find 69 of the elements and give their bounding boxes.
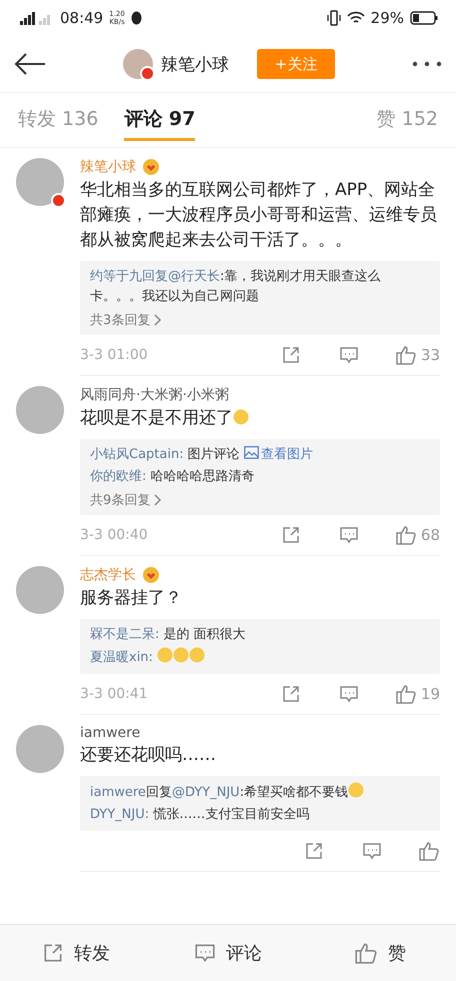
reply-text: 夏温暖xin: (90, 647, 430, 668)
more-replies-link[interactable]: 共3条回复 (90, 311, 150, 329)
chevron-right-icon (154, 314, 162, 326)
comment-text: 华北相当多的互联网公司都炸了，APP、网站全部瘫痪，一大波程序员小哥哥和运营、运维专员都从被窝爬起来去公司干活了。。。 (80, 179, 438, 252)
comment-icon[interactable] (362, 841, 382, 861)
user-avatar[interactable] (16, 566, 64, 614)
battery-percent: 29% (370, 9, 404, 27)
emoji-icon (189, 647, 206, 663)
reply-text: iamwere回复@DYY_NJU:希望买啥都不要钱 (90, 782, 430, 803)
clock-time: 08:49 (60, 9, 104, 27)
emoji-icon (173, 647, 190, 663)
thumbs-up-icon[interactable] (394, 524, 417, 546)
battery-icon (410, 11, 438, 25)
action-button[interactable]: 转发 (0, 940, 152, 966)
tab[interactable]: 评论 97 (124, 100, 196, 140)
user-avatar[interactable] (16, 725, 64, 773)
share-icon[interactable] (280, 684, 301, 704)
action-button[interactable]: 评论 (152, 940, 304, 966)
user-name: 辣笔小球 (161, 54, 229, 76)
comment-icon[interactable] (194, 942, 216, 964)
vip-badge-icon (142, 158, 160, 176)
verified-badge (140, 66, 155, 81)
comment-time: 3-3 01:00 (80, 347, 148, 363)
share-icon[interactable] (42, 942, 64, 964)
comment-time: 3-3 00:40 (80, 527, 148, 543)
share-icon[interactable] (280, 345, 301, 365)
like-count: 68 (420, 526, 440, 544)
reply-box[interactable]: iamwere回复@DYY_NJU:希望买啥都不要钱 DYY_NJU: 慌张……支付宝目前安全吗 (80, 776, 440, 831)
user-avatar[interactable] (16, 158, 64, 206)
reply-text: 约等于九回复@行天长:靠，我说刚才用天眼查这么卡。。。我还以为自己网问题 (90, 268, 382, 306)
thumbs-up-icon[interactable] (394, 683, 417, 705)
reply-box[interactable]: 约等于九回复@行天长:靠，我说刚才用天眼查这么卡。。。我还以为自己网问题 共3条回复 (80, 261, 440, 335)
thumbs-up-icon[interactable] (354, 941, 378, 965)
comment-text: 花呗是不是不用还了 (80, 406, 440, 431)
share-icon[interactable] (280, 525, 301, 545)
penguin-icon (130, 11, 142, 25)
reply-box[interactable]: 小钻风Captain: 图片评论 查看图片 你的欧维: 哈哈哈哈思路清奇 共9条回复 (80, 439, 440, 515)
comment-text: 还要还花呗吗…… (80, 744, 217, 767)
reply-text: 槑不是二呆: 是的 面积很大 (90, 626, 247, 644)
emoji-icon (348, 782, 364, 798)
comment-icon[interactable] (338, 684, 359, 704)
like-count: 19 (420, 685, 440, 703)
vip-badge-icon (142, 566, 160, 584)
comment-icon[interactable] (338, 345, 359, 365)
comment-author[interactable]: 风雨同舟·大米粥·小米粥 (80, 386, 229, 404)
wifi-icon (346, 11, 365, 25)
share-icon[interactable] (304, 841, 324, 861)
comment-time: 3-3 00:41 (80, 686, 148, 702)
emoji-icon (157, 647, 174, 663)
comment-author[interactable]: iamwere (80, 725, 140, 741)
image-icon (244, 446, 259, 459)
chevron-right-icon (154, 494, 162, 506)
reply-box[interactable]: 槑不是二呆: 是的 面积很大 夏温暖xin: (80, 619, 440, 674)
action-button[interactable]: 赞 (304, 940, 456, 966)
reply-text: 小钻风Captain: 图片评论 查看图片 (90, 445, 314, 464)
more-icon[interactable] (412, 61, 442, 67)
reply-text: 你的欧维: 哈哈哈哈思路清奇 (90, 468, 256, 486)
emoji-icon (233, 409, 249, 425)
like-count: 33 (420, 346, 440, 364)
back-arrow-icon[interactable] (14, 52, 46, 76)
comment-icon[interactable] (338, 525, 359, 545)
user-avatar[interactable] (123, 49, 153, 79)
more-replies-link[interactable]: 共9条回复 (90, 491, 150, 509)
thumbs-up-icon[interactable] (418, 840, 440, 862)
reply-text: DYY_NJU: 慌张……支付宝目前安全吗 (90, 806, 310, 824)
thumbs-up-icon[interactable] (394, 344, 417, 366)
user-avatar[interactable] (16, 386, 64, 434)
vibrate-icon (326, 10, 341, 26)
comment-text: 服务器挂了？ (80, 587, 183, 610)
